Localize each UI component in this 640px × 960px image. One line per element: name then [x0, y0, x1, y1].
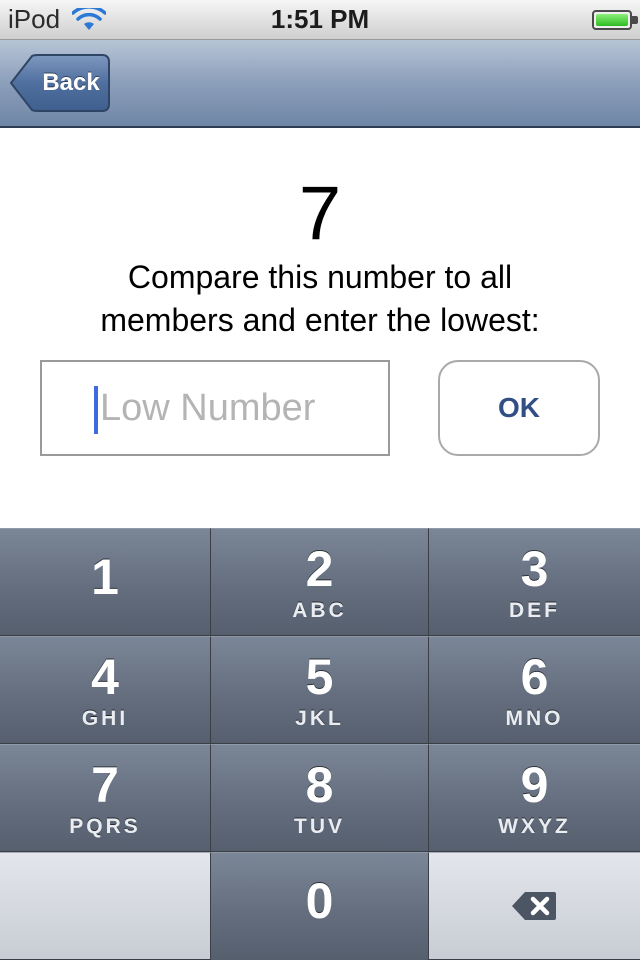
battery-icon: [592, 10, 632, 30]
key-letters: GHI: [81, 707, 129, 730]
instruction-text: Compare this number to all members and e…: [40, 256, 600, 342]
key-5[interactable]: 5 JKL: [211, 636, 429, 743]
key-digit: 5: [305, 649, 334, 705]
navigation-bar: Back: [0, 40, 640, 128]
key-digit: 4: [91, 649, 119, 705]
ok-button[interactable]: OK: [438, 360, 600, 456]
key-letters: MNO: [505, 707, 564, 730]
low-number-input[interactable]: [40, 360, 390, 456]
back-button[interactable]: Back: [10, 54, 110, 112]
instruction-line-1: Compare this number to all: [127, 259, 513, 295]
numeric-keypad: 1 2 ABC 3 DEF 4 GHI 5 JKL 6 MNO 7 PQRS 8…: [0, 528, 640, 960]
key-4[interactable]: 4 GHI: [0, 636, 211, 743]
key-6[interactable]: 6 MNO: [429, 636, 640, 743]
target-number: 7: [298, 171, 342, 256]
key-digit: 7: [91, 757, 119, 813]
key-digit: 8: [305, 757, 334, 813]
key-2[interactable]: 2 ABC: [211, 528, 429, 635]
key-letters: ABC: [292, 599, 347, 622]
key-letters: WXYZ: [498, 815, 571, 838]
key-digit: 6: [520, 649, 549, 705]
status-bar: iPod 1:51 PM: [0, 0, 640, 40]
key-letters: PQRS: [69, 815, 141, 838]
key-0[interactable]: 0: [211, 852, 429, 960]
key-9[interactable]: 9 WXYZ: [429, 744, 640, 851]
key-7[interactable]: 7 PQRS: [0, 744, 211, 851]
key-digit: 9: [520, 757, 549, 813]
battery-tip: [632, 16, 638, 24]
backspace-icon: [512, 892, 556, 920]
key-8[interactable]: 8 TUV: [211, 744, 429, 851]
key-letters: JKL: [295, 707, 344, 730]
main-content: 7 Compare this number to all members and…: [0, 128, 640, 528]
key-letters: TUV: [294, 815, 345, 838]
key-digit: 3: [520, 541, 549, 597]
key-letters: DEF: [509, 599, 560, 622]
key-1[interactable]: 1: [0, 528, 211, 635]
key-digit: 1: [91, 549, 119, 605]
key-digit: 2: [305, 541, 334, 597]
key-blank: [0, 852, 211, 959]
back-button-label: Back: [42, 69, 100, 96]
key-3[interactable]: 3 DEF: [429, 528, 640, 635]
delete-key[interactable]: [429, 852, 640, 959]
text-caret: [94, 386, 98, 434]
instruction-line-2: members and enter the lowest:: [100, 302, 540, 338]
status-time: 1:51 PM: [270, 4, 370, 34]
key-digit: 0: [305, 873, 334, 929]
